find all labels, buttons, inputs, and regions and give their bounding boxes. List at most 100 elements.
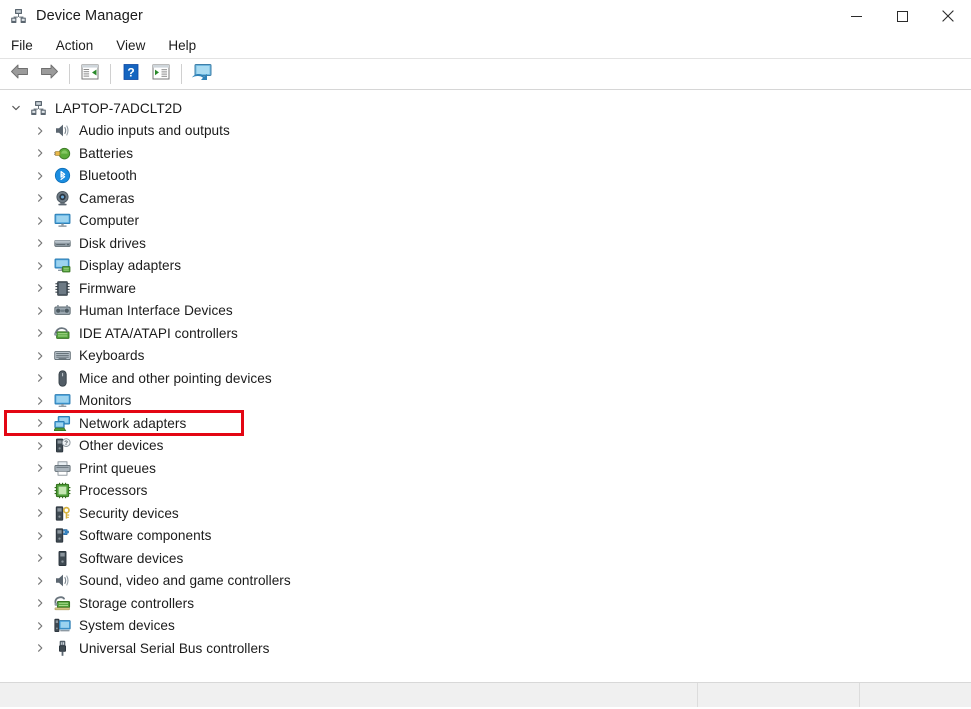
bluetooth-icon [54, 167, 71, 184]
chevron-right-icon[interactable] [32, 573, 48, 589]
menu-view[interactable]: View [116, 35, 156, 56]
tree-node-label: Keyboards [79, 348, 144, 363]
chevron-right-icon[interactable] [32, 348, 48, 364]
disk-drive-icon [54, 235, 71, 252]
chevron-right-icon[interactable] [32, 258, 48, 274]
toolbar-separator-3 [181, 64, 182, 84]
storage-controller-icon [54, 595, 71, 612]
chevron-right-icon[interactable] [32, 235, 48, 251]
tree-node-label: Storage controllers [79, 596, 194, 611]
tree-node-storage-controllers[interactable]: Storage controllers [0, 592, 971, 615]
device-manager-icon [10, 8, 27, 25]
computer-icon [54, 212, 71, 229]
chevron-right-icon[interactable] [32, 325, 48, 341]
chevron-right-icon[interactable] [32, 483, 48, 499]
chevron-down-icon[interactable] [8, 100, 24, 116]
tree-node-system-devices[interactable]: System devices [0, 615, 971, 638]
tree-node-cameras[interactable]: Cameras [0, 187, 971, 210]
tree-node-ide-ata-atapi-controllers[interactable]: IDE ATA/ATAPI controllers [0, 322, 971, 345]
chevron-right-icon[interactable] [32, 460, 48, 476]
help-button[interactable]: ? [116, 61, 146, 87]
tree-node-keyboards[interactable]: Keyboards [0, 345, 971, 368]
device-tree-panel[interactable]: LAPTOP-7ADCLT2D Audio inputs and outputs [0, 90, 971, 682]
tree-node-label: Cameras [79, 191, 135, 206]
chevron-right-icon[interactable] [32, 505, 48, 521]
chevron-right-icon[interactable] [32, 528, 48, 544]
tree-node-computer[interactable]: Computer [0, 210, 971, 233]
chevron-right-icon[interactable] [32, 618, 48, 634]
close-button[interactable] [925, 0, 971, 32]
processor-icon [54, 482, 71, 499]
chevron-right-icon[interactable] [32, 145, 48, 161]
tree-node-label: Print queues [79, 461, 156, 476]
window-title: Device Manager [36, 8, 143, 24]
chevron-right-icon[interactable] [32, 370, 48, 386]
tree-node-network-adapters[interactable]: Network adapters [0, 412, 971, 435]
chevron-right-icon[interactable] [32, 168, 48, 184]
tree-node-label: System devices [79, 618, 175, 633]
tree-node-universal-serial-bus-controllers[interactable]: Universal Serial Bus controllers [0, 637, 971, 660]
tree-node-label: Display adapters [79, 258, 181, 273]
chevron-right-icon[interactable] [32, 303, 48, 319]
chevron-right-icon[interactable] [32, 280, 48, 296]
tree-node-security-devices[interactable]: Security devices [0, 502, 971, 525]
tree-node-other-devices[interactable]: ? Other devices [0, 435, 971, 458]
chevron-right-icon[interactable] [32, 123, 48, 139]
tree-node-software-devices[interactable]: Software devices [0, 547, 971, 570]
back-arrow-icon [9, 63, 30, 85]
chevron-right-icon[interactable] [32, 438, 48, 454]
tree-node-software-components[interactable]: Software components [0, 525, 971, 548]
menu-action[interactable]: Action [56, 35, 105, 56]
system-device-icon [54, 617, 71, 634]
mouse-icon [54, 370, 71, 387]
svg-text:?: ? [127, 65, 134, 79]
tree-node-bluetooth[interactable]: Bluetooth [0, 165, 971, 188]
device-tree: LAPTOP-7ADCLT2D Audio inputs and outputs [0, 97, 971, 682]
tree-node-mice-and-other-pointing-devices[interactable]: Mice and other pointing devices [0, 367, 971, 390]
help-question-icon: ? [123, 64, 139, 85]
forward-button[interactable] [34, 61, 64, 87]
sound-controller-icon [54, 572, 71, 589]
chevron-right-icon[interactable] [32, 393, 48, 409]
chevron-right-icon[interactable] [32, 415, 48, 431]
keyboard-icon [54, 347, 71, 364]
printer-icon [54, 460, 71, 477]
tree-node-print-queues[interactable]: Print queues [0, 457, 971, 480]
tree-node-label: Processors [79, 483, 148, 498]
tree-node-label: Human Interface Devices [79, 303, 233, 318]
toolbar-separator-2 [110, 64, 111, 84]
speaker-icon [54, 122, 71, 139]
chevron-right-icon[interactable] [32, 595, 48, 611]
tree-node-monitors[interactable]: Monitors [0, 390, 971, 413]
properties-button[interactable] [75, 61, 105, 87]
tree-node-human-interface-devices[interactable]: Human Interface Devices [0, 300, 971, 323]
tree-node-sound-video-and-game-controllers[interactable]: Sound, video and game controllers [0, 570, 971, 593]
tree-node-audio-inputs-and-outputs[interactable]: Audio inputs and outputs [0, 120, 971, 143]
tree-node-firmware[interactable]: Firmware [0, 277, 971, 300]
menu-help[interactable]: Help [168, 35, 207, 56]
chevron-right-icon[interactable] [32, 550, 48, 566]
chevron-right-icon[interactable] [32, 640, 48, 656]
tree-node-batteries[interactable]: Batteries [0, 142, 971, 165]
tree-node-label: Disk drives [79, 236, 146, 251]
menu-bar: File Action View Help [0, 32, 971, 58]
other-devices-icon: ? [54, 437, 71, 454]
device-manager-window: Device Manager File Action [0, 0, 971, 709]
tree-node-disk-drives[interactable]: Disk drives [0, 232, 971, 255]
tree-node-processors[interactable]: Processors [0, 480, 971, 503]
window-controls [833, 0, 971, 32]
tree-node-root[interactable]: LAPTOP-7ADCLT2D [0, 97, 971, 120]
chevron-right-icon[interactable] [32, 213, 48, 229]
back-button[interactable] [4, 61, 34, 87]
status-pane-tertiary [860, 683, 971, 707]
security-device-icon [54, 505, 71, 522]
status-bar [0, 682, 971, 707]
status-pane-secondary [698, 683, 860, 707]
minimize-button[interactable] [833, 0, 879, 32]
tree-node-display-adapters[interactable]: Display adapters [0, 255, 971, 278]
show-hide-console-tree-button[interactable] [146, 61, 176, 87]
maximize-button[interactable] [879, 0, 925, 32]
chevron-right-icon[interactable] [32, 190, 48, 206]
scan-hardware-changes-button[interactable] [187, 61, 217, 87]
menu-file[interactable]: File [11, 35, 44, 56]
